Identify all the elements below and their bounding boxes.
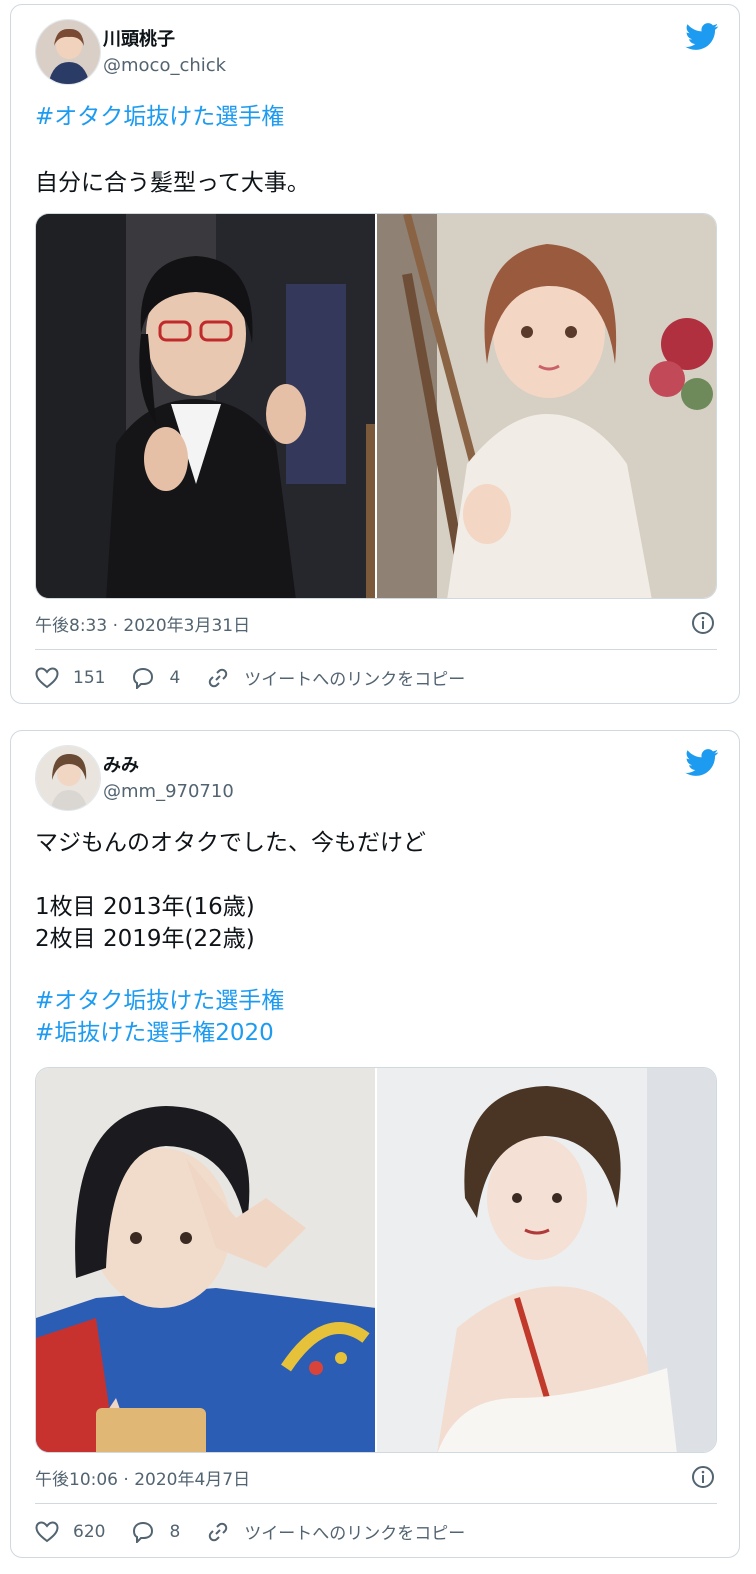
after-photo[interactable] <box>377 1068 716 1452</box>
tweet-media[interactable] <box>35 213 717 599</box>
like-count: 151 <box>73 667 106 688</box>
before-photo[interactable] <box>36 1068 375 1452</box>
tweet-card: 川頭桃子 @moco_chick #オタク垢抜けた選手権 自分に合う髪型って大事… <box>10 4 740 704</box>
tweet-timestamp[interactable]: 午後10:06 · 2020年4月7日 <box>35 1465 250 1490</box>
after-photo[interactable] <box>377 214 716 598</box>
hashtag-link[interactable]: #オタク垢抜けた選手権 <box>35 985 284 1017</box>
reply-button[interactable]: 4 <box>131 667 180 689</box>
twitter-bird-icon[interactable] <box>685 749 719 777</box>
tweet-card: みみ @mm_970710 マジもんのオタクでした、今もだけど 1枚目 2013… <box>10 730 740 1558</box>
heart-icon <box>35 666 59 688</box>
info-icon[interactable] <box>691 611 715 635</box>
like-button[interactable]: 151 <box>35 666 106 689</box>
tweet-text: 自分に合う髪型って大事。 <box>35 170 310 196</box>
reply-count: 8 <box>169 1521 181 1542</box>
hashtag-link[interactable]: #垢抜けた選手権2020 <box>35 1017 274 1049</box>
divider <box>35 1503 717 1504</box>
reply-icon <box>133 667 154 689</box>
action-bar: 151 4 ツイートへのリンクをコピー <box>35 665 491 690</box>
display-name[interactable]: みみ <box>103 751 139 777</box>
copy-link-button[interactable]: ツイートへのリンクをコピー <box>206 1519 465 1544</box>
display-name[interactable]: 川頭桃子 <box>103 25 175 51</box>
reply-count: 4 <box>169 667 181 688</box>
avatar[interactable] <box>35 19 101 85</box>
action-bar: 620 8 ツイートへのリンクをコピー <box>35 1519 491 1544</box>
tweet-text: マジもんのオタクでした、今もだけど 1枚目 2013年(16歳) 2枚目 201… <box>35 830 426 952</box>
copy-link-label: ツイートへのリンクをコピー <box>244 670 466 690</box>
info-icon[interactable] <box>691 1465 715 1489</box>
divider <box>35 649 717 650</box>
tweet-media[interactable] <box>35 1067 717 1453</box>
reply-icon <box>133 1521 154 1543</box>
user-handle[interactable]: @moco_chick <box>103 55 226 76</box>
before-photo[interactable] <box>36 214 375 598</box>
twitter-bird-icon[interactable] <box>685 23 719 51</box>
link-icon <box>209 668 228 687</box>
link-icon <box>209 1522 228 1541</box>
like-count: 620 <box>73 1521 106 1542</box>
copy-link-label: ツイートへのリンクをコピー <box>244 1524 466 1544</box>
hashtag-link[interactable]: #オタク垢抜けた選手権 <box>35 101 284 133</box>
like-button[interactable]: 620 <box>35 1520 106 1543</box>
reply-button[interactable]: 8 <box>131 1521 180 1543</box>
tweet-timestamp[interactable]: 午後8:33 · 2020年3月31日 <box>35 611 250 636</box>
heart-icon <box>35 1520 59 1542</box>
copy-link-button[interactable]: ツイートへのリンクをコピー <box>206 665 465 690</box>
avatar[interactable] <box>35 745 101 811</box>
user-handle[interactable]: @mm_970710 <box>103 781 234 802</box>
